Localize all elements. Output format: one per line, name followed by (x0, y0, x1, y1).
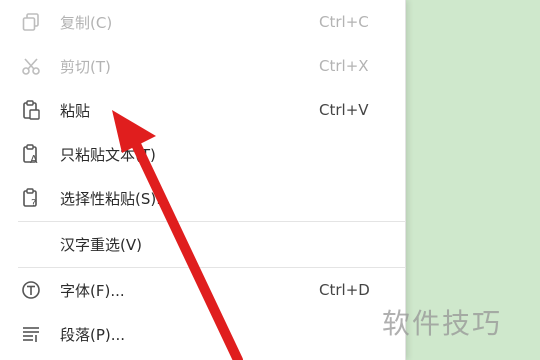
menu-item-paste-text-only[interactable]: A 只粘贴文本(T) (0, 132, 405, 176)
menu-item-label: 选择性粘贴(S)... (60, 189, 171, 208)
menu-item-paragraph[interactable]: 段落(P)... (0, 312, 405, 356)
svg-text:?: ? (31, 198, 36, 209)
menu-item-shortcut: Ctrl+V (319, 101, 369, 119)
menu-item-label: 字体(F)... (60, 281, 125, 300)
paste-icon (20, 99, 42, 121)
menu-item-label: 粘贴 (60, 101, 91, 120)
menu-item-paste[interactable]: 粘贴 Ctrl+V (0, 88, 405, 132)
menu-item-label: 剪切(T) (60, 57, 111, 76)
menu-item-shortcut: Ctrl+D (319, 281, 370, 299)
font-icon (20, 279, 42, 301)
menu-item-label: 只粘贴文本(T) (60, 145, 156, 164)
menu-item-shortcut: Ctrl+X (319, 57, 369, 75)
menu-item-font[interactable]: 字体(F)... Ctrl+D (0, 268, 405, 312)
context-menu: 复制(C) Ctrl+C 剪切(T) Ctrl+X 粘贴 Ctrl+V A 只粘… (0, 0, 406, 360)
paste-special-icon: ? (20, 187, 42, 209)
menu-item-paste-special[interactable]: ? 选择性粘贴(S)... (0, 176, 405, 220)
menu-item-label: 汉字重选(V) (60, 235, 142, 254)
scissors-icon (20, 55, 42, 77)
menu-item-cut[interactable]: 剪切(T) Ctrl+X (0, 44, 405, 88)
paragraph-icon (20, 323, 42, 345)
paste-text-only-icon: A (20, 143, 42, 165)
menu-item-hanzi-reselect[interactable]: 汉字重选(V) (0, 222, 405, 266)
menu-item-shortcut: Ctrl+C (319, 13, 369, 31)
menu-item-label: 复制(C) (60, 13, 113, 32)
menu-item-label: 段落(P)... (60, 325, 126, 344)
watermark-text: 软件技巧 (382, 307, 503, 340)
svg-text:A: A (30, 153, 38, 165)
menu-item-copy[interactable]: 复制(C) Ctrl+C (0, 0, 405, 44)
copy-icon (20, 11, 42, 33)
